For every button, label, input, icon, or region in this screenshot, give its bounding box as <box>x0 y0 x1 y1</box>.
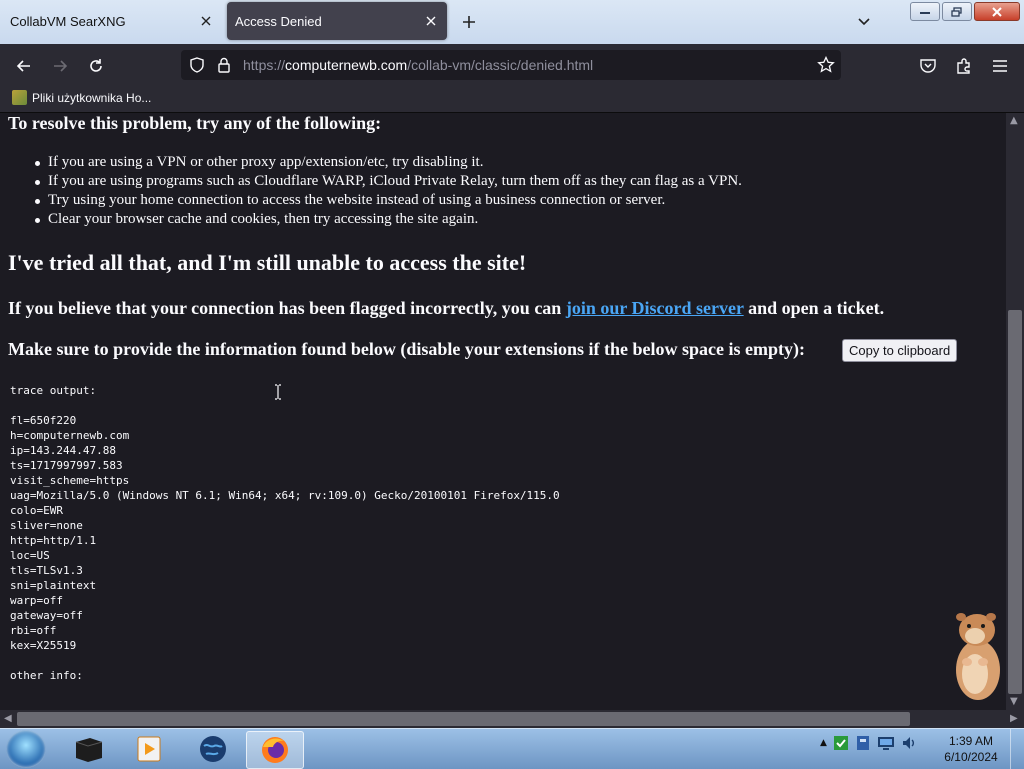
still-unable-heading: I've tried all that, and I'm still unabl… <box>8 250 527 275</box>
taskbar: ▲ 1:39 AM 6/10/2024 <box>0 728 1024 769</box>
navigation-toolbar: https://computernewb.com/collab-vm/class… <box>0 44 1024 86</box>
tab-strip: CollabVM SearXNG Access Denied <box>0 0 1024 44</box>
network-icon[interactable] <box>877 735 895 751</box>
media-player-icon[interactable] <box>121 731 177 767</box>
action-center-icon[interactable] <box>855 735 871 751</box>
close-window-button[interactable] <box>974 2 1020 21</box>
horizontal-scroll-thumb[interactable] <box>17 712 910 726</box>
flagged-text-before: If you believe that your connection has … <box>8 298 566 318</box>
bookmark-item[interactable]: Pliki użytkownika Ho... <box>12 90 151 105</box>
tab-label: Access Denied <box>235 13 322 29</box>
security-check-icon[interactable] <box>833 735 849 751</box>
tab-access-denied[interactable]: Access Denied <box>227 2 447 40</box>
url-host: computernewb.com <box>285 57 408 73</box>
tips-list: If you are using a VPN or other proxy ap… <box>35 153 742 229</box>
back-arrow-icon[interactable] <box>11 53 37 79</box>
maximize-button[interactable] <box>942 2 972 21</box>
clock-date: 6/10/2024 <box>944 750 998 764</box>
close-tab-icon[interactable] <box>421 11 441 31</box>
close-tab-icon[interactable] <box>196 11 216 31</box>
copy-to-clipboard-button[interactable]: Copy to clipboard <box>842 339 958 362</box>
text-cursor-icon <box>273 384 283 400</box>
page-content: To resolve this problem, try any of the … <box>0 113 1006 710</box>
minimize-button[interactable] <box>910 2 940 21</box>
globe-icon[interactable] <box>185 731 241 767</box>
bookmark-favicon-icon <box>12 90 27 105</box>
list-item: Try using your home connection to access… <box>35 191 742 210</box>
tab-collabvm-searxng[interactable]: CollabVM SearXNG <box>0 2 222 40</box>
scroll-down-icon[interactable]: ▼ <box>1010 696 1018 707</box>
lock-icon[interactable] <box>215 56 233 74</box>
start-button[interactable] <box>6 730 46 768</box>
scroll-up-icon[interactable]: ▲ <box>1010 115 1018 126</box>
forward-arrow-icon[interactable] <box>47 53 73 79</box>
hamster-image <box>956 613 1000 700</box>
discord-link[interactable]: join our Discord server <box>566 298 744 318</box>
system-tray: ▲ <box>820 735 917 751</box>
reload-icon[interactable] <box>83 53 109 79</box>
list-item: If you are using a VPN or other proxy ap… <box>35 153 742 172</box>
clock[interactable]: 1:39 AM 6/10/2024 <box>940 733 1002 765</box>
vertical-scroll-thumb[interactable] <box>1008 310 1022 694</box>
firefox-taskbar-icon[interactable] <box>246 731 304 769</box>
hamburger-menu-icon[interactable] <box>987 53 1013 79</box>
terminal-app-icon[interactable] <box>60 731 116 767</box>
tracking-shield-icon[interactable] <box>188 56 206 74</box>
resolve-heading: To resolve this problem, try any of the … <box>8 113 382 133</box>
new-tab-icon[interactable] <box>458 11 480 33</box>
chevron-down-icon[interactable] <box>853 11 875 33</box>
list-item: Clear your browser cache and cookies, th… <box>35 210 742 229</box>
address-bar[interactable]: https://computernewb.com/collab-vm/class… <box>181 50 841 80</box>
flagged-text-after: and open a ticket. <box>743 298 885 318</box>
provide-info-text: Make sure to provide the information fou… <box>8 339 806 359</box>
clock-time: 1:39 AM <box>948 734 994 748</box>
list-item: If you are using programs such as Cloudf… <box>35 173 742 189</box>
scroll-right-icon[interactable]: ▶ <box>1010 713 1018 724</box>
tab-label: CollabVM SearXNG <box>10 13 126 29</box>
flagged-paragraph: If you believe that your connection has … <box>8 298 884 319</box>
bookmark-label: Pliki użytkownika Ho... <box>32 90 152 105</box>
bookmarks-toolbar: Pliki użytkownika Ho... <box>0 86 1024 113</box>
volume-icon[interactable] <box>901 735 917 751</box>
url-path: /collab-vm/classic/denied.html <box>407 57 594 73</box>
trace-output: trace output: fl=650f220 h=computernewb.… <box>10 384 560 682</box>
bookmark-star-icon[interactable] <box>817 56 835 74</box>
pocket-icon[interactable] <box>915 53 941 79</box>
show-desktop-button[interactable] <box>1010 729 1024 769</box>
url-scheme: https:// <box>243 57 286 73</box>
show-hidden-icons-icon[interactable]: ▲ <box>820 738 827 748</box>
extensions-icon[interactable] <box>951 53 977 79</box>
window-controls <box>910 2 1020 21</box>
url-text: https://computernewb.com/collab-vm/class… <box>243 57 593 73</box>
scroll-left-icon[interactable]: ◀ <box>4 713 12 724</box>
